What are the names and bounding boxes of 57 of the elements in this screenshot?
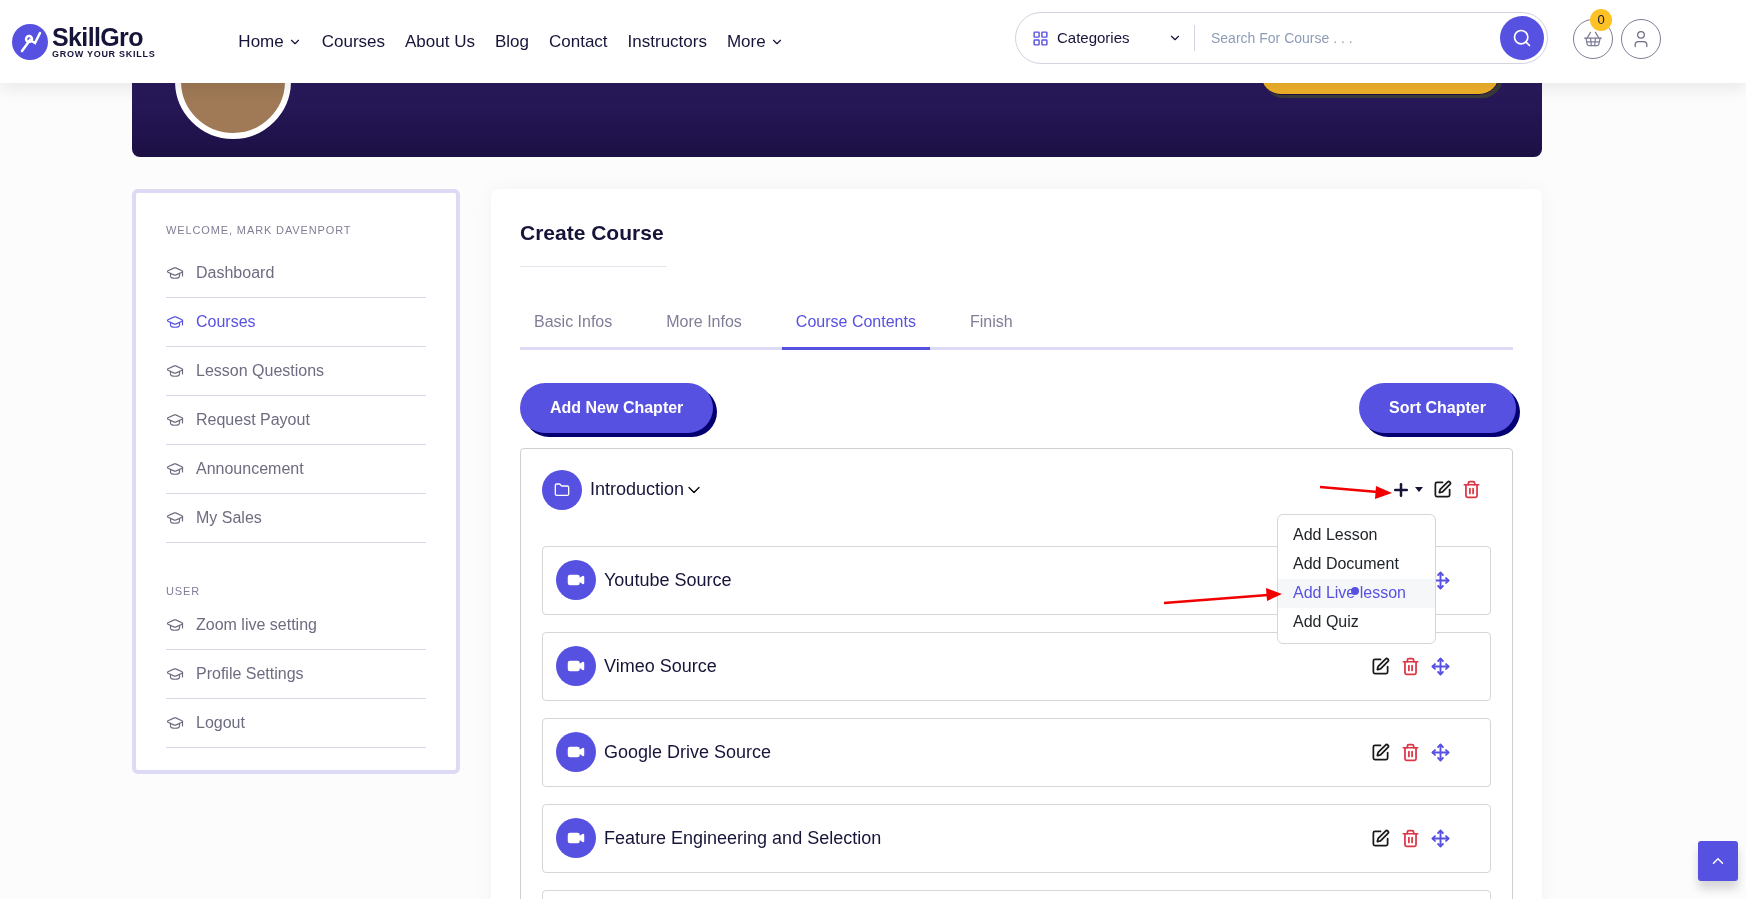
- nav-link[interactable]: More: [726, 28, 784, 55]
- sidebar-item[interactable]: Dashboard: [166, 248, 426, 298]
- trash-icon[interactable]: [1462, 480, 1481, 499]
- move-icon[interactable]: [1431, 828, 1450, 848]
- graduation-cap-icon: [166, 616, 184, 634]
- edit-icon[interactable]: [1371, 828, 1390, 848]
- tab[interactable]: Finish: [955, 297, 1027, 350]
- tab[interactable]: Course Contents: [781, 297, 930, 350]
- basket-icon: [1583, 29, 1603, 49]
- nav-link[interactable]: Contact: [549, 28, 608, 55]
- edit-icon[interactable]: [1371, 742, 1390, 762]
- welcome-heading: WELCOME, MARK DAVENPORT: [166, 223, 353, 238]
- sidebar-item[interactable]: Logout: [166, 699, 426, 748]
- search-field[interactable]: Search For Course . . .: [1211, 27, 1500, 49]
- menu-item[interactable]: Add Document: [1278, 549, 1435, 579]
- search-icon: [1512, 28, 1532, 48]
- logo-tagline: GROW YOUR SKILLS: [52, 49, 156, 59]
- logo-icon: [12, 23, 48, 60]
- move-icon[interactable]: [1431, 742, 1450, 762]
- sidebar-item[interactable]: Courses: [166, 297, 426, 347]
- trash-icon[interactable]: [1401, 828, 1420, 848]
- sidebar-item[interactable]: Announcement: [166, 444, 426, 494]
- sidebar-item[interactable]: Profile Settings: [166, 650, 426, 699]
- search-button[interactable]: [1500, 16, 1544, 60]
- tab[interactable]: More Infos: [652, 297, 756, 350]
- folder-icon: [554, 481, 570, 498]
- cart-count-badge: 0: [1590, 9, 1612, 31]
- sidebar-item[interactable]: Lesson Questions: [166, 346, 426, 396]
- sidebar-item[interactable]: Zoom live setting: [166, 601, 426, 650]
- menu-item[interactable]: Add Quiz: [1278, 607, 1435, 637]
- nav-link[interactable]: Blog: [494, 28, 529, 55]
- nav-link[interactable]: About Us: [405, 28, 475, 55]
- nav-link[interactable]: Instructors: [627, 28, 707, 55]
- lesson-title: Youtube Source: [604, 568, 732, 592]
- trash-icon[interactable]: [1401, 742, 1420, 762]
- section-heading: USER: [166, 583, 202, 599]
- menu-item[interactable]: Add Lesson: [1278, 520, 1435, 550]
- lesson-title: Google Drive Source: [604, 740, 772, 764]
- logo-name: SkillGro: [52, 24, 144, 50]
- grid-icon: [1032, 29, 1049, 47]
- tab[interactable]: Basic Infos: [520, 297, 627, 350]
- sidebar-item[interactable]: Request Payout: [166, 395, 426, 445]
- chapter-title: Introduction: [590, 478, 685, 501]
- page-title: Create Course: [520, 220, 665, 246]
- category-dropdown[interactable]: Categories: [1032, 26, 1182, 50]
- trash-icon[interactable]: [1401, 656, 1420, 676]
- nav-link[interactable]: Courses: [321, 28, 386, 55]
- graduation-cap-icon: [166, 714, 184, 732]
- sidebar-item[interactable]: My Sales: [166, 493, 426, 543]
- edit-icon[interactable]: [1433, 480, 1452, 499]
- edit-icon[interactable]: [1371, 656, 1390, 676]
- lesson-title: Vimeo Source: [604, 654, 717, 678]
- nav-link[interactable]: Home: [238, 28, 302, 55]
- lesson-title: Feature Engineering and Selection: [604, 826, 882, 850]
- move-icon[interactable]: [1431, 656, 1450, 676]
- graduation-cap-icon: [166, 665, 184, 683]
- caret-icon: [1415, 487, 1423, 492]
